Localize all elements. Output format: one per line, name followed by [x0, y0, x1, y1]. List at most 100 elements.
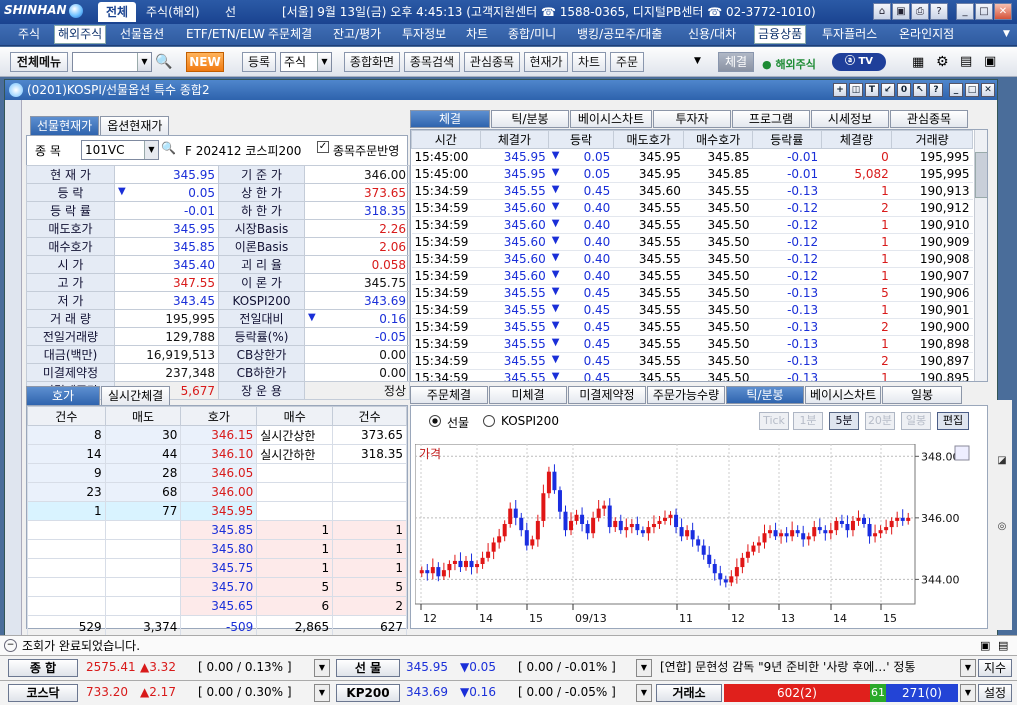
window-icon[interactable]: ▣	[984, 54, 996, 69]
ask-price[interactable]: 346.15	[180, 425, 258, 445]
tab-chart-2[interactable]: 미결제약정	[568, 386, 646, 404]
tab-trade-1[interactable]: 틱/분봉	[491, 110, 569, 128]
tab-chart-3[interactable]: 주문가능수량	[647, 386, 725, 404]
settings-button[interactable]: 설정	[978, 684, 1012, 702]
menu-balance[interactable]: 잔고/평가	[333, 24, 381, 45]
menu-futures-options[interactable]: 선물옵션	[120, 24, 164, 45]
bid-price[interactable]: 345.80	[180, 539, 258, 559]
table-row[interactable]: 15:45:00 345.95 ▼ 0.05 345.95 345.85 -0.01 0 195…	[411, 148, 973, 166]
menu-etf[interactable]: ETF/ETN/ELW	[186, 24, 265, 45]
bid-row[interactable]: 345.75 1 1	[27, 558, 407, 578]
bid-price[interactable]: 345.85	[180, 520, 258, 540]
table-row[interactable]: 15:34:59 345.55 ▼ 0.45 345.55 345.50 -0.13 1 190…	[411, 335, 973, 353]
menu-order[interactable]: 주문체결	[268, 24, 312, 45]
menu-online[interactable]: 온라인지점	[899, 24, 954, 45]
zero-icon[interactable]: 0	[897, 83, 911, 97]
expand-icon[interactable]: ▣	[980, 639, 990, 652]
ask-price[interactable]: 345.95	[180, 501, 258, 521]
fill-button[interactable]: 체결	[718, 52, 754, 72]
bid-row[interactable]: 345.85 1 1	[27, 520, 407, 540]
chart-crosshair-icon[interactable]	[954, 445, 970, 461]
home-icon[interactable]: ⌂	[873, 3, 891, 20]
tab-chart-0[interactable]: 주문체결	[410, 386, 488, 404]
table-row[interactable]: 15:34:59 345.55 ▼ 0.45 345.55 345.50 -0.13 5 190…	[411, 284, 973, 302]
tab-options-price[interactable]: 옵션현재가	[100, 116, 170, 135]
tab-realtime-fill[interactable]: 실시간체결	[101, 386, 171, 405]
tab-chart-5[interactable]: 베이시스차트	[805, 386, 881, 404]
table-row[interactable]: 15:34:59 345.60 ▼ 0.40 345.55 345.50 -0.12 1 190…	[411, 250, 973, 268]
menu-credit[interactable]: 신용/대차	[688, 24, 736, 45]
tab-chart-4[interactable]: 틱/분봉	[726, 386, 804, 404]
tab-trade-6[interactable]: 관심종목	[890, 110, 968, 128]
current-price-button[interactable]: 현재가	[524, 52, 568, 72]
maximize-icon[interactable]: □	[975, 3, 993, 20]
bid-row[interactable]: 345.80 1 1	[27, 539, 407, 559]
bid-price[interactable]: 345.65	[180, 596, 258, 616]
chevron-down-icon[interactable]: ▼	[137, 53, 151, 71]
news-ticker[interactable]: [연합] 문현성 감독 "9년 준비한 '사랑 후에…' 정통	[660, 658, 976, 676]
bid-row[interactable]: 345.65 6 2	[27, 596, 407, 616]
menu-mini[interactable]: 종합/미니	[508, 24, 556, 45]
stock-search-button[interactable]: 종목검색	[404, 52, 460, 72]
edit-button[interactable]: 편집	[937, 412, 969, 430]
menu-invest-info[interactable]: 투자정보	[402, 24, 446, 45]
tab-trade-3[interactable]: 투자자	[653, 110, 731, 128]
ask-row[interactable]: 8 30 346.15 실시간상한 373.65	[27, 425, 407, 445]
help-icon[interactable]: ?	[929, 83, 943, 97]
chevron-down-icon[interactable]: ▼	[636, 684, 652, 702]
search-icon[interactable]: 🔍	[155, 54, 172, 70]
tab-futures-price[interactable]: 선물현재가	[30, 116, 100, 135]
print-icon[interactable]: ⎙	[911, 3, 929, 20]
menu-overseas[interactable]: 해외주식	[54, 25, 107, 44]
bid-price[interactable]: 345.70	[180, 577, 258, 597]
table-row[interactable]: 15:34:59 345.55 ▼ 0.45 345.60 345.55 -0.13 1 190…	[411, 182, 973, 200]
register-button[interactable]: 등록	[242, 52, 276, 72]
table-row[interactable]: 15:34:59 345.60 ▼ 0.40 345.55 345.50 -0.12 1 190…	[411, 267, 973, 285]
sort-icon[interactable]: ↙	[881, 83, 895, 97]
minimize-icon[interactable]: _	[956, 3, 974, 20]
index-button[interactable]: 지수	[978, 659, 1012, 677]
asset-select[interactable]: 주식 ▼	[280, 52, 332, 72]
ask-row[interactable]: 23 68 346.00	[27, 482, 407, 502]
order-button[interactable]: 주문	[610, 52, 644, 72]
trade-scrollbar[interactable]	[974, 130, 987, 381]
menu-banking[interactable]: 뱅킹/공모주/대출	[577, 24, 662, 45]
tab-futures[interactable]: 선	[217, 2, 244, 22]
period-daily[interactable]: 일봉	[901, 412, 931, 430]
ask-price[interactable]: 346.00	[180, 482, 258, 502]
table-row[interactable]: 15:34:59 345.55 ▼ 0.45 345.55 345.50 -0.13 2 190…	[411, 352, 973, 370]
chevron-down-icon[interactable]: ▼	[636, 659, 652, 677]
table-row[interactable]: 15:34:59 345.55 ▼ 0.45 345.55 345.50 -0.13 1 190…	[411, 301, 973, 319]
new-button[interactable]: NEW	[186, 52, 224, 72]
overseas-stock-link[interactable]: ● 해외주식	[762, 56, 816, 72]
pin-icon[interactable]: +	[833, 83, 847, 97]
tab-chart-6[interactable]: 일봉	[882, 386, 962, 404]
menu-invest-plus[interactable]: 투자플러스	[822, 24, 877, 45]
period-5min[interactable]: 5분	[829, 412, 859, 430]
help-icon[interactable]: ?	[930, 3, 948, 20]
text-icon[interactable]: T	[865, 83, 879, 97]
close-icon[interactable]: ✕	[994, 3, 1012, 20]
code-input[interactable]: 101VC ▼	[81, 140, 159, 160]
radio-kospi200[interactable]	[483, 415, 495, 427]
chevron-down-icon[interactable]: ▼	[317, 53, 331, 71]
period-1min[interactable]: 1분	[793, 412, 823, 430]
tab-trade-0[interactable]: 체결	[410, 110, 490, 128]
chevron-down-icon[interactable]: ▼	[314, 659, 330, 677]
table-row[interactable]: 15:34:59 345.55 ▼ 0.45 345.55 345.50 -0.13 1 190…	[411, 369, 973, 381]
table-row[interactable]: 15:34:59 345.60 ▼ 0.40 345.55 345.50 -0.12 1 190…	[411, 233, 973, 251]
menu-financial[interactable]: 금융상품	[754, 25, 807, 44]
table-row[interactable]: 15:45:00 345.95 ▼ 0.05 345.95 345.85 -0.01 5,08…	[411, 165, 973, 183]
screen-number-input[interactable]: ▼	[72, 52, 152, 72]
tab-overseas-stock[interactable]: 주식(해외)	[138, 2, 208, 22]
link-icon[interactable]: ◫	[849, 83, 863, 97]
ask-price[interactable]: 346.10	[180, 444, 258, 464]
tab-all[interactable]: 전체	[98, 2, 137, 22]
more-icon[interactable]: ▼	[694, 56, 701, 66]
bid-row[interactable]: 345.70 5 5	[27, 577, 407, 597]
gear-icon[interactable]: ⚙	[936, 54, 949, 70]
all-menu-button[interactable]: 전체메뉴	[10, 52, 68, 72]
ask-row[interactable]: 1 77 345.95	[27, 501, 407, 521]
ask-price[interactable]: 346.05	[180, 463, 258, 483]
unlink-icon[interactable]: ↖	[913, 83, 927, 97]
